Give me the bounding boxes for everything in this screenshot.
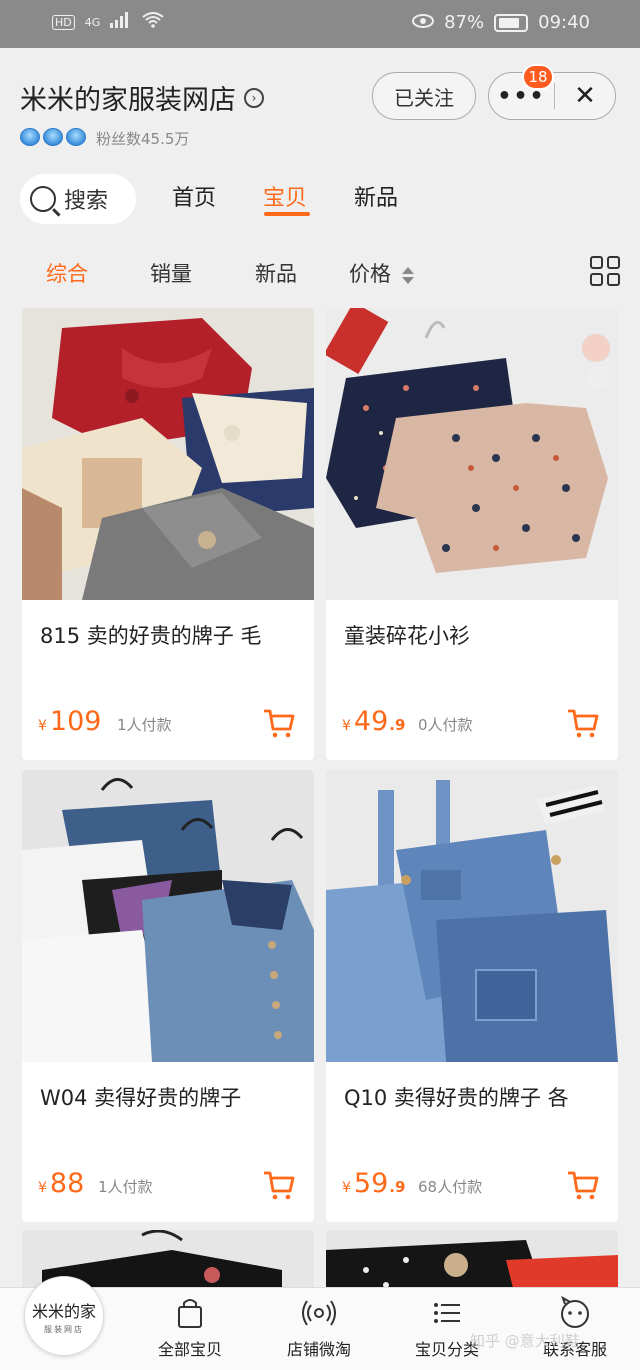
product-title: 815 卖的好贵的牌子 毛 <box>40 624 262 648</box>
product-title: 童装碎花小衫 <box>344 624 470 648</box>
eye-comfort-icon <box>412 12 435 33</box>
currency-symbol: ¥ <box>38 718 47 734</box>
hd-indicator: HD <box>52 14 75 30</box>
nav-label: 全部宝贝 <box>158 1340 223 1359</box>
sort-new[interactable]: 新品 <box>255 258 297 288</box>
wifi-icon <box>142 12 164 32</box>
price-integer: 88 <box>49 1168 85 1199</box>
currency-symbol: ¥ <box>38 1180 47 1196</box>
list-icon <box>434 1303 460 1323</box>
crown-icon <box>66 128 86 146</box>
sort-bar: 综合 销量 新品 价格 <box>0 246 640 296</box>
shop-logo-sub: 服装网店 <box>44 1324 84 1334</box>
shop-logo[interactable]: 米米的家 服装网店 <box>24 1276 104 1356</box>
status-bar: HD 4G 87% 09:40 <box>0 0 640 48</box>
price-decimal: .9 <box>389 1178 406 1196</box>
search-label: 搜索 <box>64 189 109 214</box>
bottom-navigation: 米米的家 服装网店 全部宝贝 店铺微淘 宝贝分类 联系客服 <box>0 1276 640 1370</box>
product-image <box>22 308 314 600</box>
battery-percent: 87% <box>444 12 485 33</box>
store-tabs: 搜索 首页 宝贝 新品 <box>0 170 640 230</box>
store-name-link[interactable]: 米米的家服装网店 › <box>20 78 264 117</box>
product-image <box>326 308 618 600</box>
chat-face-icon <box>561 1296 589 1328</box>
sold-count: 68人付款 <box>418 1178 483 1196</box>
crown-icon <box>43 128 63 146</box>
battery-icon <box>494 13 529 32</box>
chevron-right-icon: › <box>244 87 264 108</box>
product-card[interactable]: W04 卖得好贵的牌子 ¥ 88 1人付款 <box>22 770 314 1222</box>
tab-products[interactable]: 宝贝 <box>263 180 307 212</box>
cart-icon[interactable] <box>262 1168 296 1202</box>
shop-logo-name: 米米的家 <box>31 1301 96 1321</box>
notification-badge: 18 <box>522 64 554 90</box>
sold-count: 0人付款 <box>418 716 473 734</box>
layout-toggle-icon[interactable] <box>590 256 620 286</box>
shopping-bag-icon <box>178 1299 202 1328</box>
sort-price[interactable]: 价格 <box>349 258 414 288</box>
close-button[interactable]: ✕ <box>555 73 615 119</box>
sort-price-label: 价格 <box>349 262 391 286</box>
seller-rating-crowns <box>20 128 86 146</box>
sort-arrows-icon <box>401 266 414 284</box>
follow-button[interactable]: 已关注 <box>372 72 476 120</box>
fans-count: 粉丝数45.5万 <box>96 130 190 148</box>
cart-icon[interactable] <box>566 706 600 740</box>
product-price: ¥ 49 .9 <box>342 706 405 737</box>
nav-store-feed[interactable]: 店铺微淘 <box>287 1296 351 1360</box>
crown-icon <box>20 128 40 146</box>
search-icon <box>30 186 56 212</box>
product-card[interactable]: Q10 卖得好贵的牌子 各 ¥ 59 .9 68人付款 <box>326 770 618 1222</box>
product-image <box>326 770 618 1062</box>
tab-new[interactable]: 新品 <box>354 180 398 212</box>
price-integer: 49 <box>353 706 389 737</box>
store-header: 米米的家服装网店 › 粉丝数45.5万 已关注 ••• ✕ 18 搜索 首页 宝… <box>0 48 640 240</box>
product-image <box>22 770 314 1062</box>
product-card[interactable]: 815 卖的好贵的牌子 毛 ¥ 109 1人付款 <box>22 308 314 760</box>
nav-label: 店铺微淘 <box>287 1340 352 1359</box>
product-price: ¥ 109 <box>38 706 102 737</box>
cart-icon[interactable] <box>262 706 296 740</box>
price-integer: 59 <box>353 1168 389 1199</box>
product-title: Q10 卖得好贵的牌子 各 <box>344 1086 569 1110</box>
sort-default[interactable]: 综合 <box>46 258 88 288</box>
watermark: 知乎 @意大利鞋 <box>470 1332 580 1350</box>
search-button[interactable]: 搜索 <box>20 174 136 224</box>
sold-count: 1人付款 <box>117 716 172 734</box>
price-decimal: .9 <box>389 716 406 734</box>
cart-icon[interactable] <box>566 1168 600 1202</box>
tab-home[interactable]: 首页 <box>172 180 216 212</box>
active-tab-indicator <box>264 212 310 216</box>
product-price: ¥ 88 <box>38 1168 85 1199</box>
network-indicator: 4G <box>84 15 101 29</box>
store-name: 米米的家服装网店 <box>20 85 236 116</box>
product-title: W04 卖得好贵的牌子 <box>40 1086 242 1110</box>
price-integer: 109 <box>49 706 102 737</box>
currency-symbol: ¥ <box>342 718 351 734</box>
sort-sales[interactable]: 销量 <box>150 258 192 288</box>
product-price: ¥ 59 .9 <box>342 1168 405 1199</box>
signal-icon <box>110 12 132 32</box>
currency-symbol: ¥ <box>342 1180 351 1196</box>
sold-count: 1人付款 <box>98 1178 153 1196</box>
product-card[interactable]: 童装碎花小衫 ¥ 49 .9 0人付款 <box>326 308 618 760</box>
nav-all-products[interactable]: 全部宝贝 <box>158 1296 222 1360</box>
broadcast-icon <box>302 1300 336 1326</box>
clock: 09:40 <box>538 12 590 33</box>
